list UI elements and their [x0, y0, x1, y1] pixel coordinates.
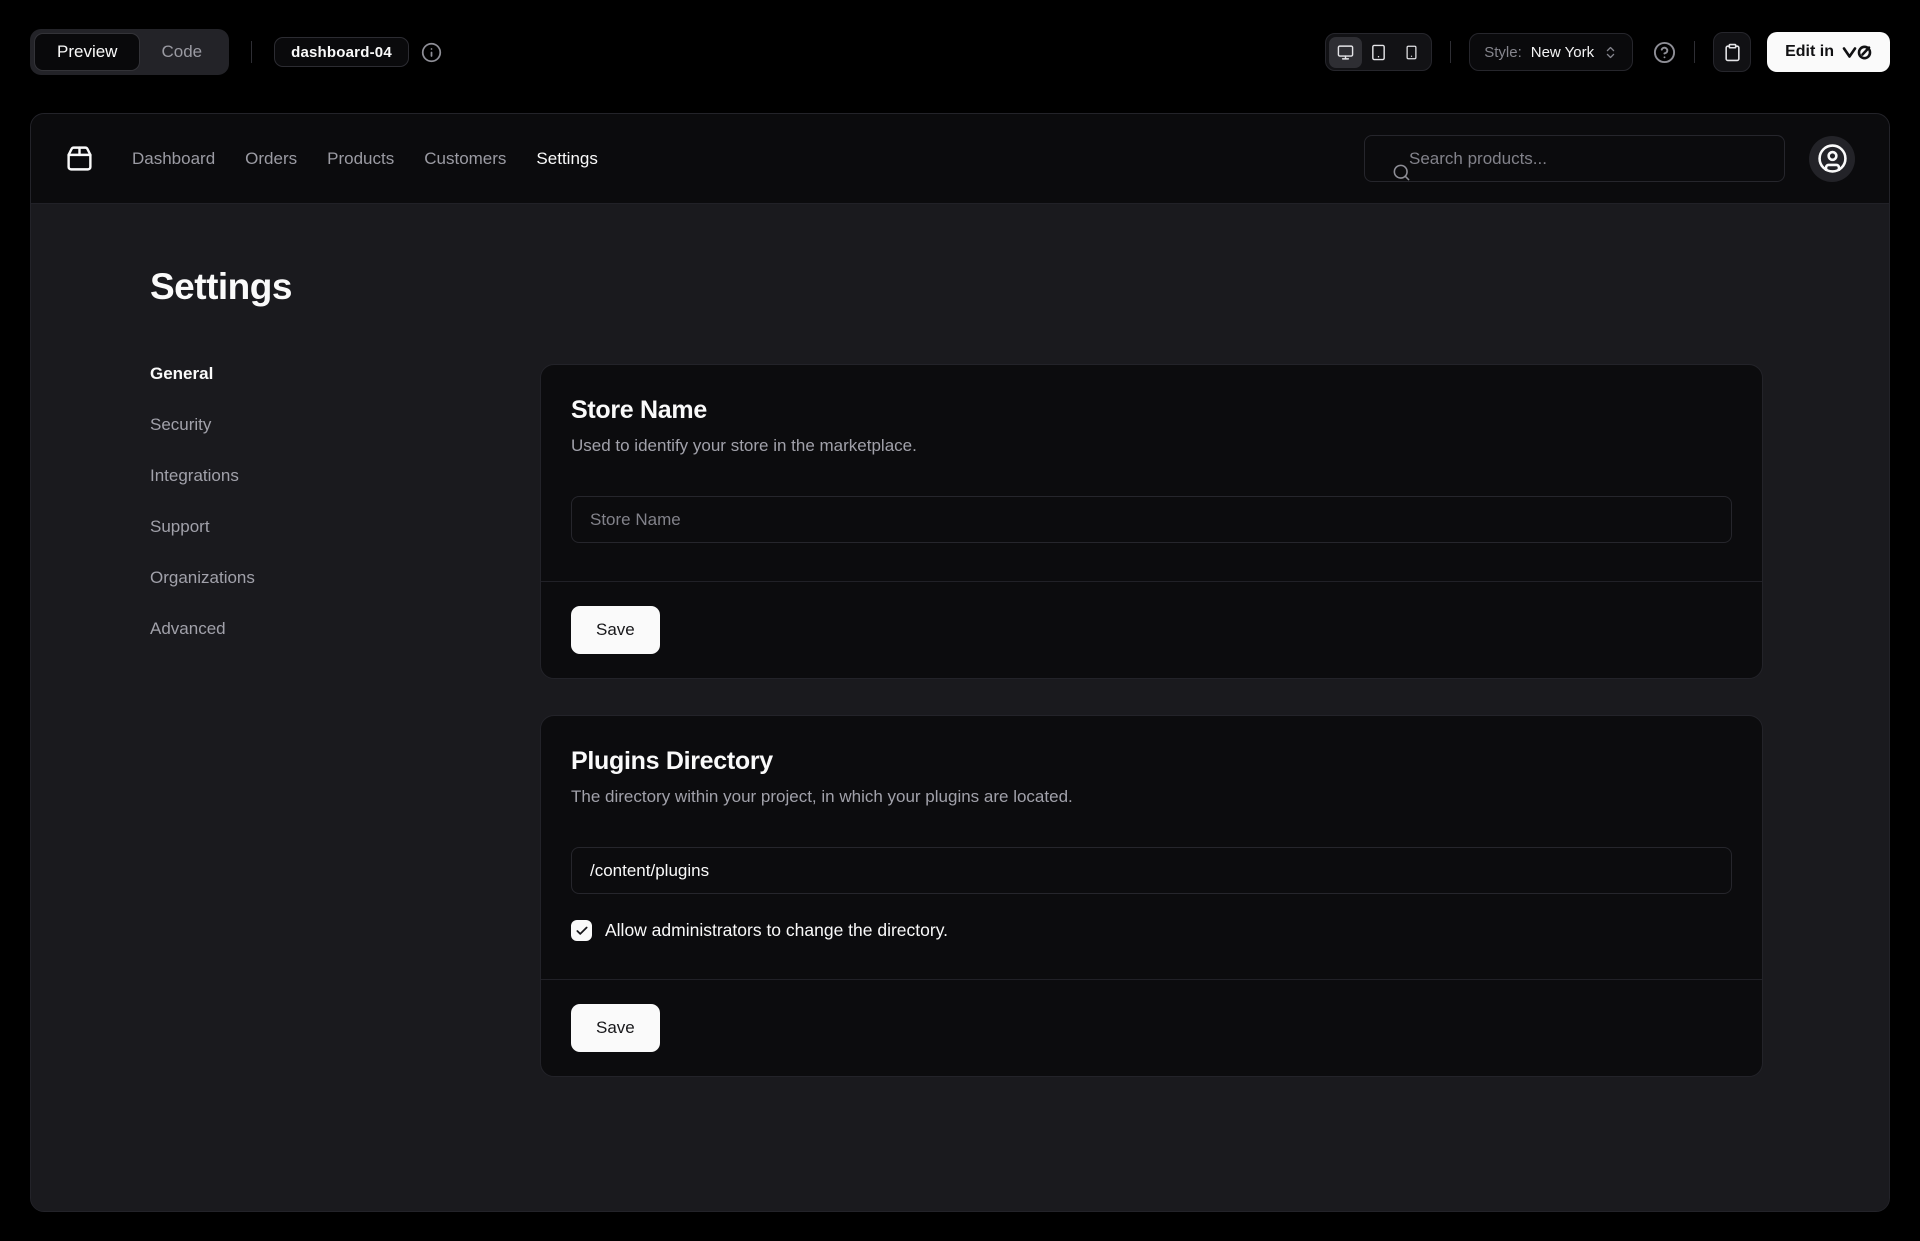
user-menu-button[interactable] [1809, 136, 1855, 182]
sidebar-item-advanced[interactable]: Advanced [150, 619, 540, 639]
sidebar-item-support[interactable]: Support [150, 517, 540, 537]
tablet-icon [1370, 44, 1387, 61]
check-icon [575, 924, 589, 938]
card-title: Plugins Directory [571, 747, 1732, 776]
plugins-directory-input[interactable] [571, 847, 1732, 894]
store-name-card: Store Name Used to identify your store i… [540, 364, 1763, 679]
card-description: The directory within your project, in wh… [571, 787, 1732, 807]
app-nav: Dashboard Orders Products Customers Sett… [132, 149, 598, 169]
v0-logo-icon [1842, 45, 1872, 60]
preview-frame: Dashboard Orders Products Customers Sett… [30, 113, 1890, 1212]
save-button[interactable]: Save [571, 606, 660, 654]
device-mobile-button[interactable] [1395, 37, 1428, 68]
tab-code[interactable]: Code [139, 34, 224, 70]
style-select[interactable]: Style: New York [1469, 33, 1633, 71]
page-title: Settings [150, 266, 1763, 308]
nav-dashboard[interactable]: Dashboard [132, 149, 215, 169]
settings-sidebar: General Security Integrations Support Or… [150, 364, 540, 639]
help-circle-icon [1653, 41, 1676, 64]
sidebar-item-integrations[interactable]: Integrations [150, 466, 540, 486]
save-button[interactable]: Save [571, 1004, 660, 1052]
sidebar-item-security[interactable]: Security [150, 415, 540, 435]
store-name-input[interactable] [571, 496, 1732, 543]
toolbar-divider [251, 41, 252, 63]
device-desktop-button[interactable] [1329, 37, 1362, 68]
help-button[interactable] [1653, 41, 1676, 64]
package-icon[interactable] [65, 144, 94, 173]
view-mode-toggle: Preview Code [30, 29, 229, 75]
nav-products[interactable]: Products [327, 149, 394, 169]
clipboard-icon [1723, 43, 1742, 62]
info-button[interactable] [421, 42, 442, 63]
settings-cards: Store Name Used to identify your store i… [540, 364, 1763, 1077]
smartphone-icon [1404, 45, 1419, 60]
allow-admin-checkbox[interactable] [571, 920, 592, 941]
device-size-toggle [1325, 33, 1432, 71]
search-input[interactable] [1364, 135, 1785, 182]
search-container [1364, 135, 1785, 182]
toolbar-divider [1694, 41, 1695, 63]
allow-admin-row: Allow administrators to change the direc… [571, 920, 1732, 941]
edit-in-v0-label: Edit in [1785, 43, 1834, 61]
toolbar-divider [1450, 41, 1451, 63]
device-tablet-button[interactable] [1362, 37, 1395, 68]
edit-in-v0-button[interactable]: Edit in [1767, 32, 1890, 72]
card-title: Store Name [571, 396, 1732, 425]
allow-admin-label[interactable]: Allow administrators to change the direc… [605, 920, 948, 941]
settings-page: Settings General Security Integrations S… [31, 204, 1889, 1211]
plugins-directory-card: Plugins Directory The directory within y… [540, 715, 1763, 1077]
nav-settings[interactable]: Settings [536, 149, 597, 169]
nav-orders[interactable]: Orders [245, 149, 297, 169]
sidebar-item-general[interactable]: General [150, 364, 540, 384]
style-select-label: Style: [1484, 44, 1522, 61]
preview-toolbar: Preview Code dashboard-04 Style: New Yor… [0, 0, 1920, 104]
block-name-badge: dashboard-04 [274, 37, 409, 67]
style-select-value: New York [1531, 44, 1594, 61]
circle-user-icon [1817, 143, 1848, 174]
monitor-icon [1337, 44, 1354, 61]
nav-customers[interactable]: Customers [424, 149, 506, 169]
sidebar-item-organizations[interactable]: Organizations [150, 568, 540, 588]
tab-preview[interactable]: Preview [35, 34, 139, 70]
chevrons-up-down-icon [1603, 45, 1618, 60]
app-header: Dashboard Orders Products Customers Sett… [31, 114, 1889, 204]
card-description: Used to identify your store in the marke… [571, 436, 1732, 456]
copy-code-button[interactable] [1713, 32, 1751, 72]
info-icon [421, 42, 442, 63]
